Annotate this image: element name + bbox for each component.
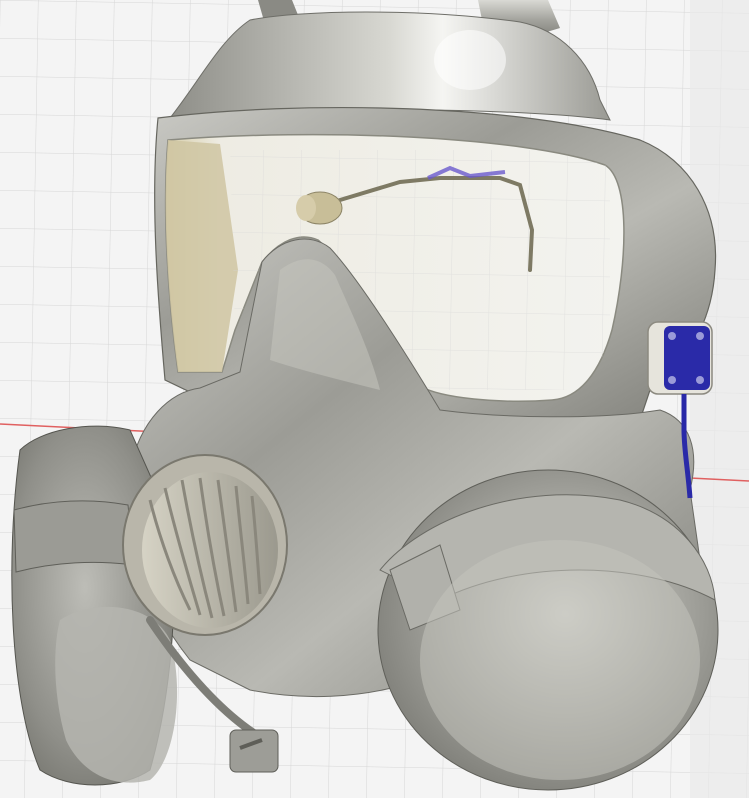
connector-screw-2 [696, 332, 704, 340]
3d-viewport[interactable] [0, 0, 749, 798]
connector-screw-1 [668, 332, 676, 340]
viewport-canvas[interactable] [0, 0, 749, 798]
helmet-highlight [434, 30, 506, 90]
right-canister-face [420, 540, 700, 780]
connector-screw-4 [696, 376, 704, 384]
connector-screw-3 [668, 376, 676, 384]
left-canister-band [13, 500, 135, 573]
internal-mic-tip [296, 195, 316, 221]
drink-tube-coupler [229, 729, 279, 773]
